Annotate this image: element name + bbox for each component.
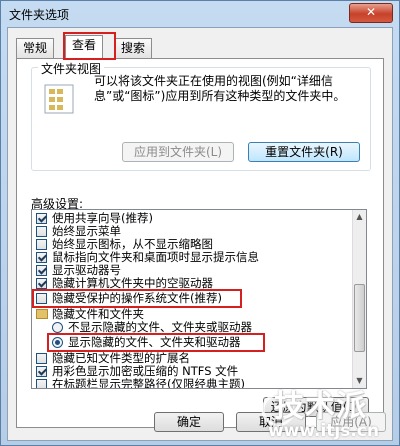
advanced-settings-list[interactable]: 使用共享向导(推荐) 始终显示菜单 始终显示图标，从不显示缩略图 鼠标指向文件夹… [31, 209, 367, 389]
radio-button[interactable] [52, 322, 63, 333]
folder-views-description: 可以将该文件夹正在使用的视图(例如“详细信息”或“图标”)应用到所有这种类型的文… [94, 74, 346, 103]
checkbox[interactable] [36, 366, 47, 377]
dialog-client: 常规 查看 搜索 文件夹视图 可以将该文件夹正在使用的视图(例如“详细信息”或“… [7, 27, 393, 441]
checkbox[interactable] [36, 239, 47, 250]
folder-options-window: 文件夹选项 ✕ 常规 查看 搜索 文件夹视图 可以将该文件夹正在使用的视图(例如… [0, 0, 400, 446]
title-bar: 文件夹选项 ✕ [1, 1, 399, 27]
checkbox[interactable] [36, 265, 47, 276]
scroll-thumb[interactable] [354, 284, 365, 352]
protected-files-highlight [32, 289, 242, 308]
ok-button[interactable]: 确定 [154, 412, 224, 432]
show-hidden-highlight [47, 333, 265, 352]
checkbox[interactable] [36, 278, 47, 289]
list-scrollbar[interactable]: ▲ ▼ [352, 210, 366, 388]
view-tab-panel: 文件夹视图 可以将该文件夹正在使用的视图(例如“详细信息”或“图标”)应用到所有… [16, 58, 384, 428]
list-item-label: 在标题栏显示完整路径(仅限经典主题) [52, 377, 245, 389]
reset-folders-button[interactable]: 重置文件夹(R) [248, 142, 360, 162]
watermark-url: www.itjs.cn [267, 421, 379, 441]
tab-view-highlight [63, 32, 116, 60]
apply-to-folders-button[interactable]: 应用到文件夹(L) [122, 142, 234, 162]
watermark-text: 技术派 [274, 389, 367, 424]
folder-view-icon [44, 84, 74, 114]
scroll-up-icon[interactable]: ▲ [353, 210, 366, 224]
tab-search[interactable]: 搜索 [114, 38, 153, 58]
window-title: 文件夹选项 [9, 8, 70, 22]
checkbox[interactable] [36, 226, 47, 237]
close-button[interactable]: ✕ [349, 3, 393, 23]
tab-general[interactable]: 常规 [16, 38, 55, 58]
checkbox[interactable] [36, 252, 47, 263]
checkbox[interactable] [36, 379, 47, 388]
folder-views-group: 文件夹视图 可以将该文件夹正在使用的视图(例如“详细信息”或“图标”)应用到所有… [31, 60, 371, 171]
folder-icon [36, 309, 48, 319]
checkbox[interactable] [36, 213, 47, 224]
checkbox[interactable] [36, 353, 47, 364]
